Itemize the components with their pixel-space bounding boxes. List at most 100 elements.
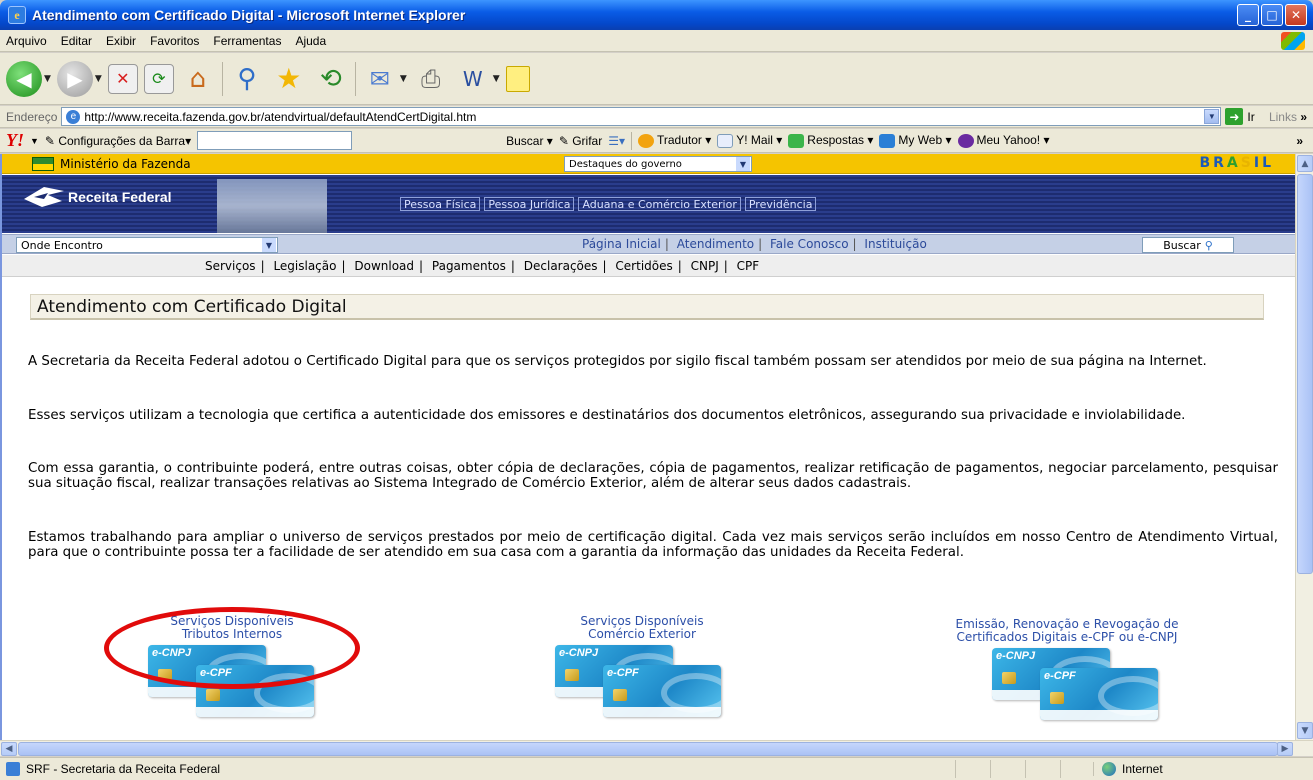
search-icon: ⚲ [1204, 238, 1213, 252]
minimize-button[interactable]: _ [1237, 4, 1259, 26]
internet-globe-icon [1102, 762, 1116, 776]
vertical-scroll-thumb[interactable] [1297, 174, 1313, 574]
link-instituicao[interactable]: Instituição [864, 237, 926, 251]
home-icon[interactable]: ⌂ [180, 61, 216, 97]
ie-icon: e [8, 6, 26, 24]
search-icon[interactable]: ⚲ [229, 61, 265, 97]
scroll-right-icon[interactable]: ▶ [1277, 742, 1293, 756]
scroll-down-icon[interactable]: ▼ [1297, 722, 1313, 739]
address-url: http://www.receita.fazenda.gov.br/atendv… [84, 109, 477, 124]
sub-bar: Onde Encontro ▼ Página Inicial | Atendime… [2, 234, 1295, 254]
nav-pessoa-fisica[interactable]: Pessoa Física [400, 197, 481, 211]
vertical-scrollbar[interactable]: ▲ ▼ [1295, 154, 1313, 740]
menu-arquivo[interactable]: Arquivo [6, 34, 47, 48]
menu-favoritos[interactable]: Favoritos [150, 34, 199, 48]
link-pagamentos[interactable]: Pagamentos [432, 259, 506, 273]
yahoo-logo-icon[interactable]: Y! [6, 130, 24, 151]
chevron-down-icon: ▼ [736, 157, 750, 171]
notes-icon[interactable] [505, 65, 530, 92]
meuyahoo-button[interactable]: Meu Yahoo! ▾ [957, 133, 1049, 148]
certificate-cards-2[interactable]: e-CNPJ e-CPF [555, 645, 725, 719]
grifar-button[interactable]: ✎ Grifar [559, 134, 602, 148]
certificate-cards-1[interactable]: e-CNPJ e-CPF [148, 645, 318, 719]
link-fale-conosco[interactable]: Fale Conosco [770, 237, 849, 251]
go-button[interactable]: Ir [1247, 110, 1254, 124]
link-declaracoes[interactable]: Declarações [524, 259, 598, 273]
status-text: SRF - Secretaria da Receita Federal [26, 762, 221, 776]
horizontal-scrollbar[interactable]: ◀ ▶ [0, 740, 1313, 756]
link-servicos[interactable]: Serviços [205, 259, 256, 273]
mail-dropdown-icon[interactable]: ▼ [400, 74, 407, 84]
forward-arrow-icon[interactable]: ▶ [56, 60, 93, 97]
menu-exibir[interactable]: Exibir [106, 34, 136, 48]
paragraph-2: Esses serviços utilizam a tecnologia que… [28, 408, 1186, 423]
security-zone: Internet [1093, 762, 1293, 776]
link-certidoes[interactable]: Certidões [615, 259, 672, 273]
edit-dropdown-icon[interactable]: ▼ [493, 74, 500, 84]
government-bar: Ministério da Fazenda Destaques do gover… [2, 154, 1295, 174]
ymail-button[interactable]: Y! Mail ▾ [717, 133, 782, 148]
yahoo-dropdown-icon[interactable]: ▼ [30, 136, 39, 146]
back-arrow-icon[interactable]: ◀ [6, 60, 42, 97]
forward-dropdown-icon[interactable]: ▼ [95, 74, 102, 84]
edit-word-icon[interactable]: W [455, 61, 491, 97]
scroll-left-icon[interactable]: ◀ [1, 742, 17, 756]
mail-icon[interactable]: ✉ [362, 61, 398, 97]
address-input[interactable]: e http://www.receita.fazenda.gov.br/aten… [61, 107, 1222, 126]
nav-pessoa-juridica[interactable]: Pessoa Jurídica [484, 197, 575, 211]
layout-icon[interactable]: ☰▾ [608, 134, 625, 148]
address-bar: Endereço e http://www.receita.fazenda.go… [0, 106, 1313, 128]
respostas-button[interactable]: Respostas ▾ [788, 133, 873, 148]
menu-editar[interactable]: Editar [61, 34, 92, 48]
destaques-select[interactable]: Destaques do governo ▼ [564, 156, 752, 172]
config-toolbar-button[interactable]: ✎ Configurações da Barra▾ [45, 134, 191, 148]
window-title: Atendimento com Certificado Digital - Mi… [32, 7, 466, 23]
receita-building-image [217, 179, 327, 233]
link-servicos-tributos[interactable]: Serviços Disponíveis Tributos Internos [132, 615, 332, 641]
paragraph-4: Estamos trabalhando para ampliar o unive… [28, 530, 1278, 560]
link-atendimento[interactable]: Atendimento [677, 237, 754, 251]
buscar-button[interactable]: Buscar ⚲ [1142, 237, 1234, 253]
menu-ferramentas[interactable]: Ferramentas [213, 34, 281, 48]
history-icon[interactable]: ⟲ [313, 61, 349, 97]
ministerio-link[interactable]: Ministério da Fazenda [60, 157, 191, 171]
address-label: Endereço [6, 109, 58, 124]
page-icon: e [66, 109, 81, 124]
refresh-icon[interactable]: ⟳ [143, 63, 174, 94]
yahoo-search-input[interactable] [197, 131, 353, 150]
windows-logo-icon [1281, 32, 1305, 50]
close-button[interactable]: ✕ [1285, 4, 1307, 26]
link-cnpj[interactable]: CNPJ [691, 259, 719, 273]
stop-icon[interactable]: ✕ [107, 63, 138, 94]
print-icon[interactable]: ⎙ [413, 61, 449, 97]
yahoo-search-button[interactable]: Buscar ▾ [506, 134, 553, 148]
scroll-up-icon[interactable]: ▲ [1297, 155, 1313, 172]
horizontal-scroll-thumb[interactable] [18, 742, 1278, 756]
menu-ajuda[interactable]: Ajuda [295, 34, 326, 48]
link-servicos-comercio[interactable]: Serviços Disponíveis Comércio Exterior [542, 615, 742, 641]
tradutor-button[interactable]: Tradutor ▾ [637, 133, 711, 148]
maximize-button[interactable]: □ [1261, 4, 1283, 26]
paragraph-3: Com essa garantia, o contribuinte poderá… [28, 461, 1278, 491]
links-toolbar[interactable]: Links » [1269, 110, 1307, 124]
link-emissao-certificados[interactable]: Emissão, Renovação e Revogação de Certif… [917, 618, 1217, 644]
favorites-star-icon[interactable]: ★ [271, 61, 307, 97]
back-dropdown-icon[interactable]: ▼ [44, 74, 51, 84]
certificate-cards-3[interactable]: e-CNPJ e-CPF [992, 648, 1162, 722]
link-legislacao[interactable]: Legislação [273, 259, 336, 273]
go-arrow-icon[interactable]: ➜ [1225, 108, 1244, 125]
onde-encontro-select[interactable]: Onde Encontro ▼ [16, 237, 278, 253]
address-dropdown-icon[interactable]: ▼ [1204, 109, 1220, 124]
status-bar: SRF - Secretaria da Receita Federal Inte… [0, 757, 1313, 780]
nav-aduana[interactable]: Aduana e Comércio Exterior [578, 197, 741, 211]
nav-previdencia[interactable]: Previdência [744, 197, 817, 211]
ministerio-flag-icon [32, 156, 54, 171]
myweb-button[interactable]: My Web ▾ [879, 133, 952, 148]
receita-logo[interactable]: Receita Federal [22, 185, 172, 209]
toolbar-overflow-icon[interactable]: » [1296, 134, 1303, 148]
link-pagina-inicial[interactable]: Página Inicial [582, 237, 661, 251]
link-download[interactable]: Download [354, 259, 414, 273]
link-cpf[interactable]: CPF [737, 259, 760, 273]
standard-toolbar: ◀ ▼ ▶ ▼ ✕ ⟳ ⌂ ⚲ ★ ⟲ ✉ ▼ ⎙ W ▼ [0, 53, 1313, 105]
brasil-logo: BRASIL [1199, 155, 1272, 171]
